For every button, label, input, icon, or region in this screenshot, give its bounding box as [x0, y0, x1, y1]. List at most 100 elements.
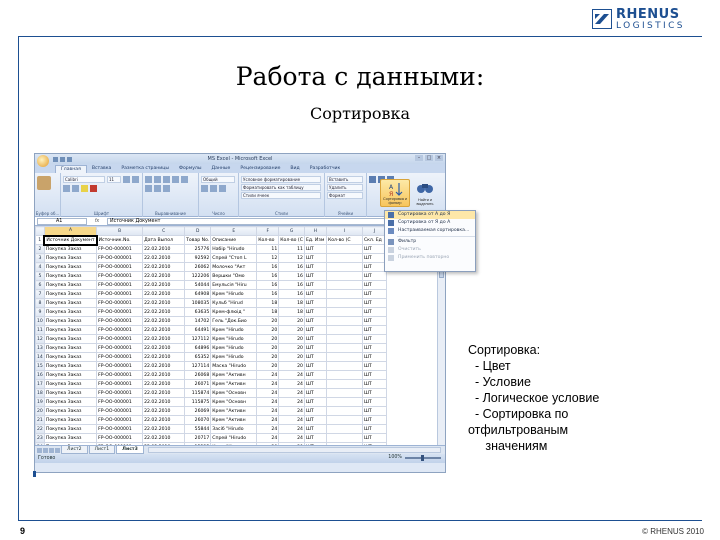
cell[interactable]: Крем "Hirudo	[210, 352, 258, 362]
cell[interactable]: Покупка Заказ	[43, 424, 98, 434]
align-top-icon[interactable]	[145, 176, 152, 183]
cell[interactable]: 55844	[184, 424, 212, 434]
cell[interactable]: 92592	[184, 253, 212, 263]
cell[interactable]: Описание	[210, 235, 258, 245]
cell[interactable]: Покупка Заказ	[43, 289, 98, 299]
maximize-icon[interactable]: □	[425, 155, 433, 161]
cell[interactable]: Крем "Hirudo	[210, 334, 258, 344]
cell[interactable]: 64896	[184, 343, 212, 353]
cell[interactable]: 18	[278, 298, 305, 308]
cell[interactable]: Покупка Заказ	[43, 298, 98, 308]
cell[interactable]: ШТ	[361, 370, 387, 380]
cell[interactable]: FP-OO-000001	[96, 307, 144, 317]
row-number[interactable]: 4	[35, 262, 45, 272]
cell[interactable]: Скл. Ед	[361, 235, 387, 245]
cell[interactable]: Крем "Активн	[210, 370, 258, 380]
sheet-tab[interactable]: Лист2	[61, 446, 88, 454]
cell[interactable]: Товар No.	[184, 235, 212, 245]
cell[interactable]: 20	[278, 316, 305, 326]
cell[interactable]: FP-OO-000001	[96, 388, 144, 398]
cell[interactable]	[325, 379, 363, 389]
cell[interactable]: ШТ	[303, 415, 327, 425]
cell[interactable]: 24	[278, 406, 305, 416]
tab-developer[interactable]: Разработчик	[305, 165, 346, 173]
cell[interactable]: ШТ	[303, 298, 327, 308]
cell[interactable]: FP-OO-000001	[96, 343, 144, 353]
cell[interactable]: 16	[278, 289, 305, 299]
cell[interactable]: ШТ	[361, 442, 387, 445]
row-number[interactable]: 14	[35, 352, 45, 362]
cell[interactable]: 22.02.2010	[142, 334, 186, 344]
cell[interactable]: FP-OO-000001	[96, 352, 144, 362]
column-header[interactable]: A	[43, 226, 98, 236]
cell[interactable]: FP-OO-000001	[96, 379, 144, 389]
cell[interactable]: ШТ	[361, 244, 387, 254]
italic-icon[interactable]	[132, 176, 139, 183]
cell[interactable]: 22.02.2010	[142, 442, 186, 445]
cell[interactable]: Кульб "Hirud	[210, 298, 258, 308]
cell[interactable]: 20	[256, 352, 280, 362]
fx-icon[interactable]: fx	[87, 219, 107, 224]
font-color-icon[interactable]	[90, 185, 97, 192]
font-name-select[interactable]: Calibri	[63, 176, 105, 183]
cell[interactable]: 20	[256, 361, 280, 371]
row-number[interactable]: 5	[35, 271, 45, 281]
column-header[interactable]: C	[142, 226, 186, 236]
column-header[interactable]: D	[184, 226, 212, 236]
cell[interactable]: Крем "Основн	[210, 388, 258, 398]
cell[interactable]: Крем "Hirudo	[210, 289, 258, 299]
row-number[interactable]: 11	[35, 325, 45, 335]
cell[interactable]: ШТ	[361, 316, 387, 326]
cell[interactable]: ШТ	[361, 361, 387, 371]
cell[interactable]: 22.02.2010	[142, 415, 186, 425]
cell[interactable]: Вершки "Омо	[210, 271, 258, 281]
align-middle-icon[interactable]	[154, 176, 161, 183]
cell[interactable]	[325, 370, 363, 380]
column-header[interactable]: B	[96, 226, 144, 236]
cell[interactable]: 20717	[184, 433, 212, 443]
cell[interactable]: 20	[278, 334, 305, 344]
cell[interactable]: 22.02.2010	[142, 253, 186, 263]
name-box[interactable]: A1	[37, 217, 87, 225]
cell[interactable]: 22.02.2010	[142, 307, 186, 317]
cell[interactable]: Покупка Заказ	[43, 442, 98, 445]
cell[interactable]: 11	[256, 244, 280, 254]
row-number[interactable]: 10	[35, 316, 45, 326]
cell[interactable]	[325, 262, 363, 272]
cell[interactable]: 24	[256, 433, 280, 443]
cell[interactable]: 22.02.2010	[142, 433, 186, 443]
delete-cells-button[interactable]: Удалить	[327, 184, 363, 191]
cell-styles-button[interactable]: Стили ячеек	[241, 192, 321, 199]
cell[interactable]: ШТ	[303, 406, 327, 416]
cell[interactable]: ШТ	[361, 343, 387, 353]
cell[interactable]: Покупка Заказ	[43, 397, 98, 407]
cell[interactable]: 16	[256, 280, 280, 290]
cell[interactable]	[325, 298, 363, 308]
cell[interactable]: Емульсія "Hiru	[210, 280, 258, 290]
cell[interactable]: FP-OO-000001	[96, 325, 144, 335]
cell[interactable]: 108035	[184, 298, 212, 308]
cell[interactable]: Покупка Заказ	[43, 307, 98, 317]
cell[interactable]: 24	[256, 415, 280, 425]
prev-sheet-icon[interactable]	[43, 447, 48, 453]
cell[interactable]: 26062	[184, 262, 212, 272]
cell[interactable]: Покупка Заказ	[43, 406, 98, 416]
cell[interactable]: Покупка Заказ	[43, 361, 98, 371]
cell[interactable]: 20	[278, 361, 305, 371]
cell[interactable]: 30	[278, 442, 305, 445]
cell[interactable]: ШТ	[361, 298, 387, 308]
cell[interactable]: 22.02.2010	[142, 262, 186, 272]
cell[interactable]: ШТ	[361, 388, 387, 398]
cell[interactable]: ШТ	[303, 397, 327, 407]
cell[interactable]: 16	[256, 271, 280, 281]
cell[interactable]: 115874	[184, 388, 212, 398]
cell[interactable]: ШТ	[303, 307, 327, 317]
cell[interactable]: 24	[256, 379, 280, 389]
align-bottom-icon[interactable]	[163, 176, 170, 183]
cell[interactable]: 127114	[184, 361, 212, 371]
cell[interactable]: Покупка Заказ	[43, 244, 98, 254]
cell[interactable]: ШТ	[303, 361, 327, 371]
zoom-slider[interactable]	[405, 454, 441, 461]
cell[interactable]: 22.02.2010	[142, 271, 186, 281]
cell[interactable]: 24	[278, 415, 305, 425]
